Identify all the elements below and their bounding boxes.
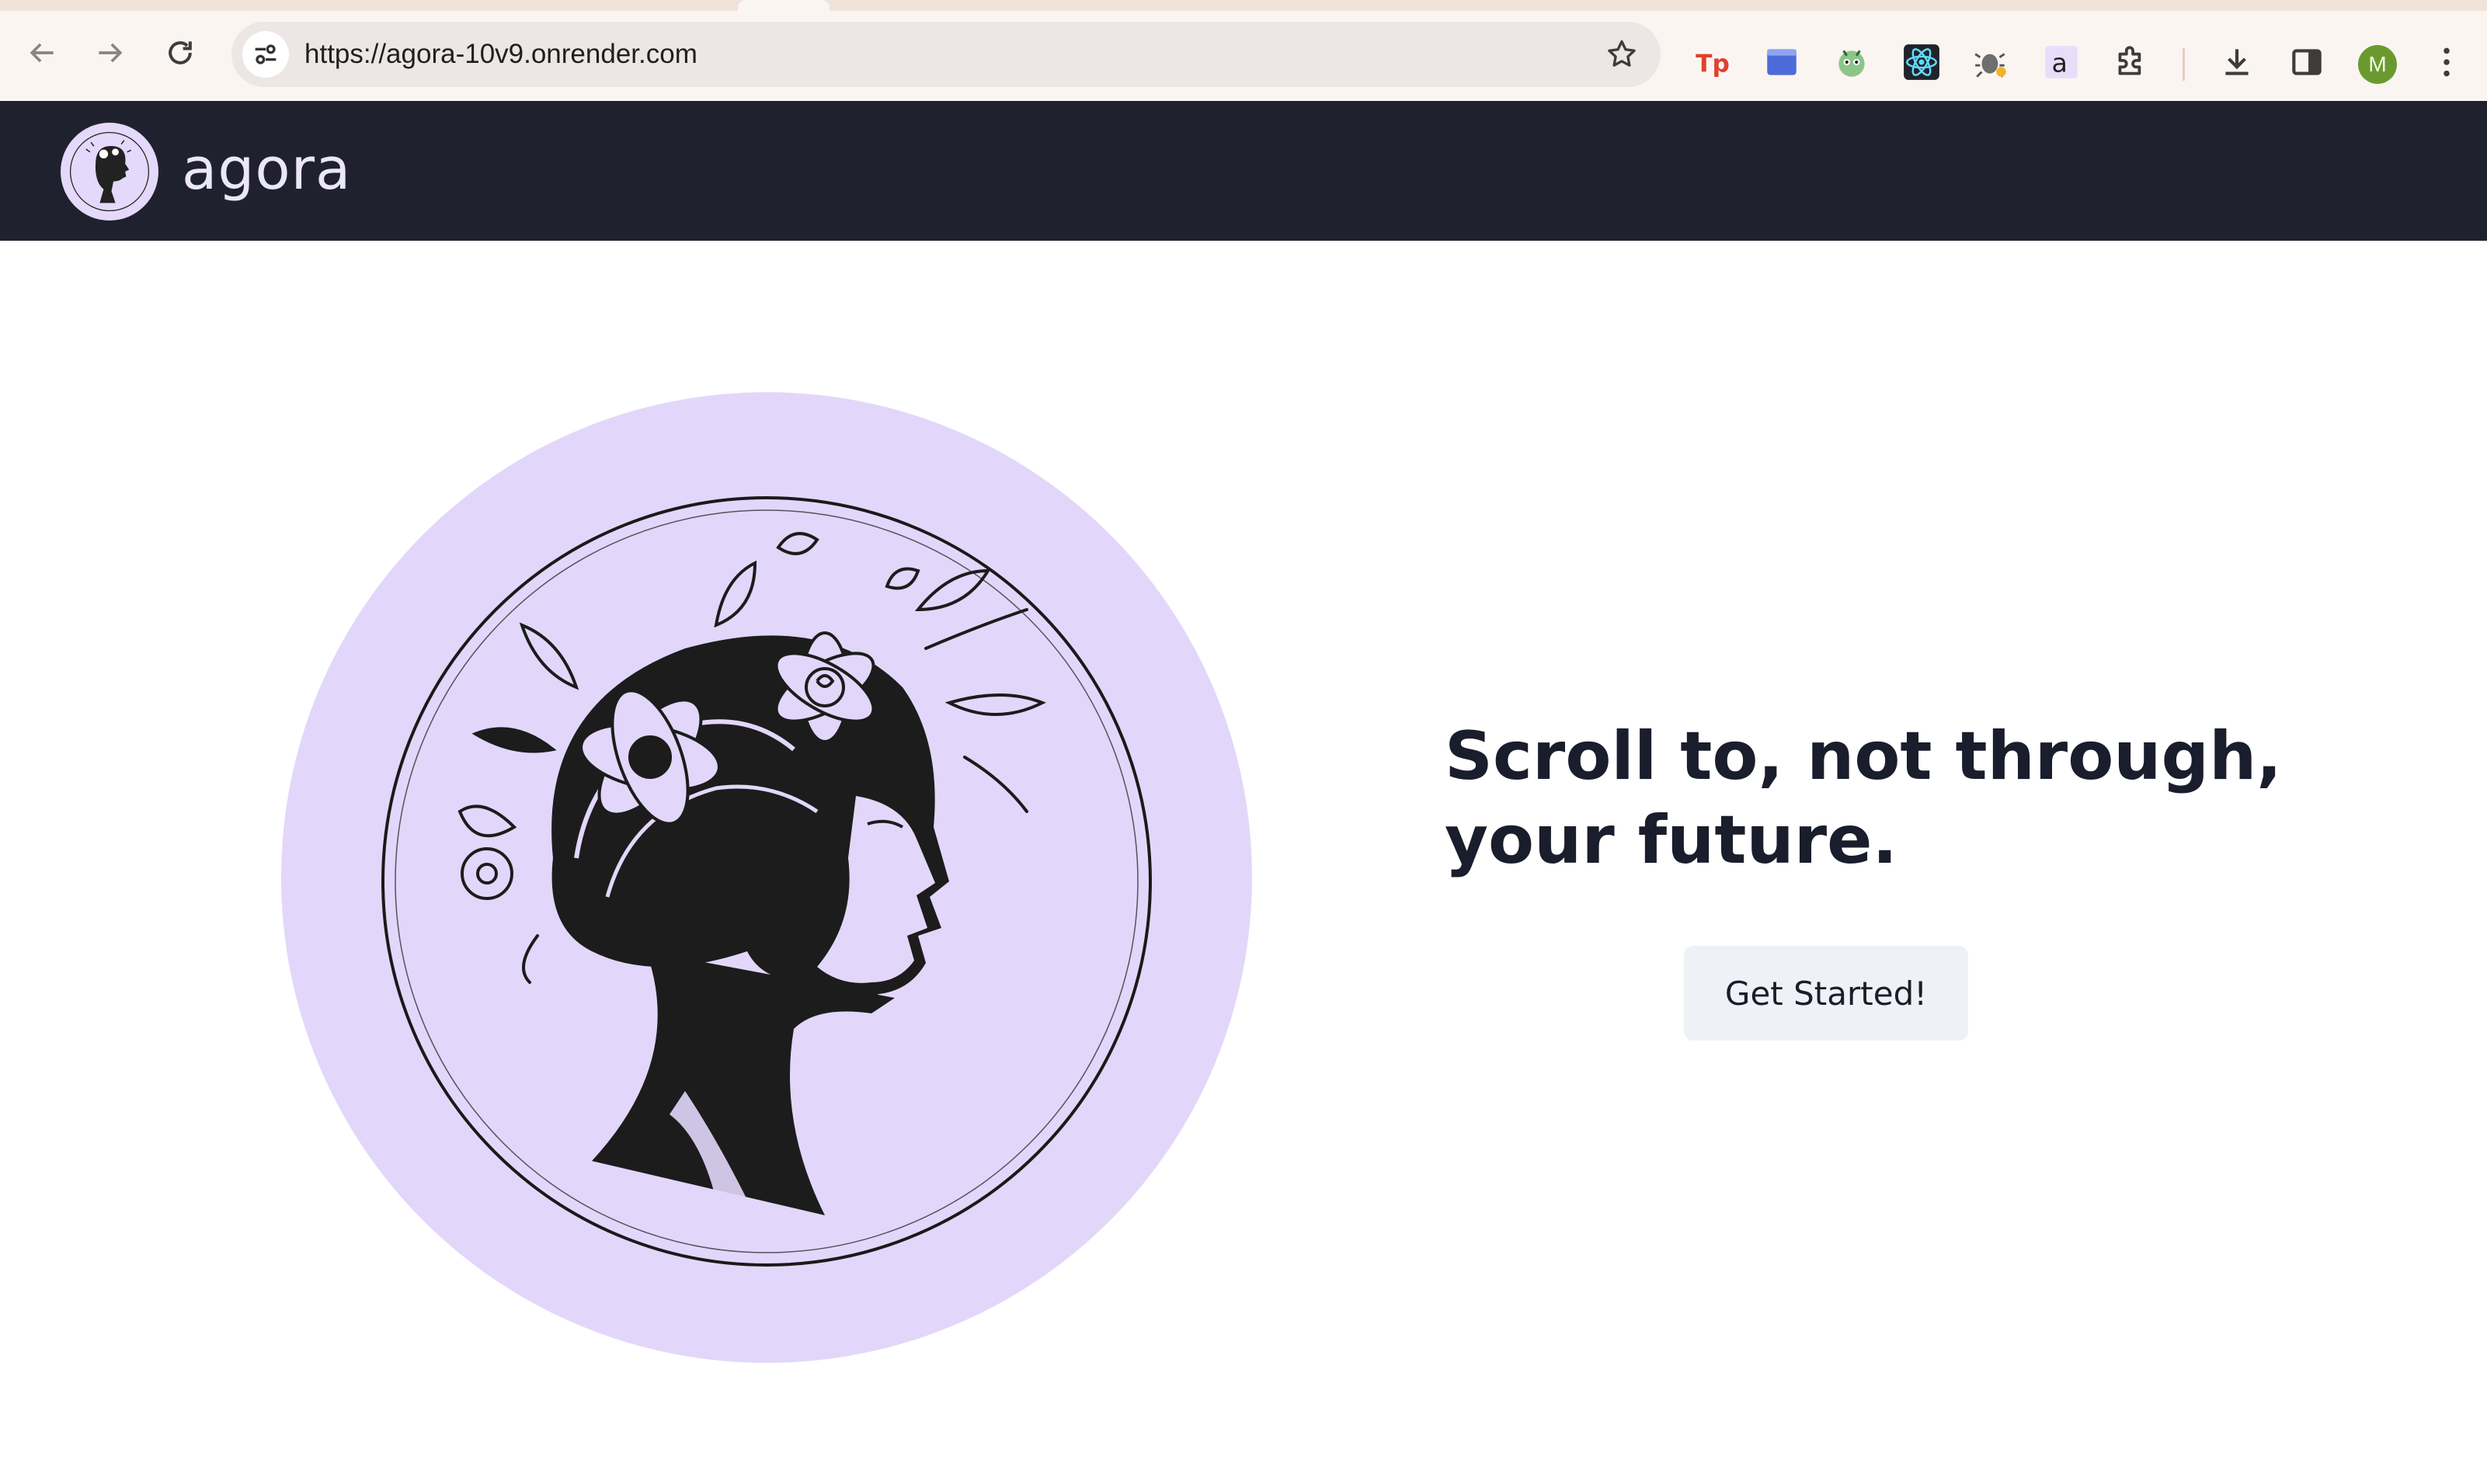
hero-illustration bbox=[281, 392, 1252, 1363]
tagline-line-1: Scroll to, not through, bbox=[1445, 718, 2282, 795]
tp-extension-icon: Tp bbox=[1696, 50, 1730, 78]
bug-extension-button[interactable] bbox=[1970, 40, 2013, 84]
blue-window-extension-button[interactable] bbox=[1760, 40, 1804, 84]
profile-avatar[interactable]: M bbox=[2358, 45, 2397, 84]
address-bar[interactable]: https://agora-10v9.onrender.com bbox=[231, 22, 1661, 87]
forward-button[interactable] bbox=[85, 28, 135, 78]
react-devtools-button[interactable] bbox=[1900, 40, 1943, 84]
side-panel-button[interactable] bbox=[2285, 40, 2329, 84]
back-button[interactable] bbox=[17, 28, 67, 78]
side-panel-icon bbox=[2292, 49, 2322, 75]
blue-window-extension-icon bbox=[1767, 49, 1797, 75]
bookmark-star-icon bbox=[1608, 40, 1636, 67]
hero-tagline: Scroll to, not through, your future. bbox=[1445, 714, 2377, 882]
site-header: agora bbox=[0, 101, 2487, 241]
svg-text:a: a bbox=[2052, 48, 2068, 78]
browser-menu-button[interactable] bbox=[2425, 40, 2468, 84]
tagline-line-2: your future. bbox=[1445, 801, 1898, 879]
site-logo[interactable] bbox=[61, 123, 158, 221]
puzzle-extensions-icon bbox=[2118, 46, 2141, 75]
tp-extension-button[interactable]: Tp bbox=[1690, 40, 1734, 84]
reload-icon bbox=[169, 41, 192, 64]
a-letter-extension-icon: a bbox=[2045, 46, 2078, 78]
reload-button[interactable] bbox=[155, 28, 205, 78]
get-started-button[interactable]: Get Started! bbox=[1684, 946, 1968, 1041]
forward-icon bbox=[99, 43, 123, 63]
back-icon bbox=[30, 43, 54, 63]
bug-extension-icon bbox=[1974, 53, 2006, 78]
react-devtools-icon bbox=[1904, 44, 1939, 80]
download-icon bbox=[2225, 49, 2249, 75]
active-tab[interactable] bbox=[738, 0, 830, 11]
bookmark-button[interactable] bbox=[1602, 34, 1642, 75]
site-info-icon bbox=[255, 44, 277, 64]
url-text[interactable]: https://agora-10v9.onrender.com bbox=[304, 22, 697, 87]
a-letter-extension-button[interactable]: a bbox=[2040, 40, 2083, 84]
extensions-button[interactable] bbox=[2110, 40, 2153, 84]
site-info-button[interactable] bbox=[242, 31, 289, 78]
downloads-button[interactable] bbox=[2215, 40, 2259, 84]
toolbar-divider bbox=[2183, 48, 2185, 81]
site-name[interactable]: agora bbox=[182, 130, 351, 208]
more-menu-icon bbox=[2444, 47, 2450, 77]
floral-head-profile-illustration bbox=[381, 496, 1152, 1267]
green-bot-extension-button[interactable] bbox=[1830, 40, 1873, 84]
tab-strip bbox=[0, 0, 2487, 11]
agora-profile-head-logo bbox=[69, 131, 150, 212]
svg-text:Tp: Tp bbox=[1696, 50, 1730, 78]
green-bot-extension-icon bbox=[1838, 50, 1865, 77]
browser-toolbar: https://agora-10v9.onrender.com Tp a M bbox=[0, 11, 2487, 101]
